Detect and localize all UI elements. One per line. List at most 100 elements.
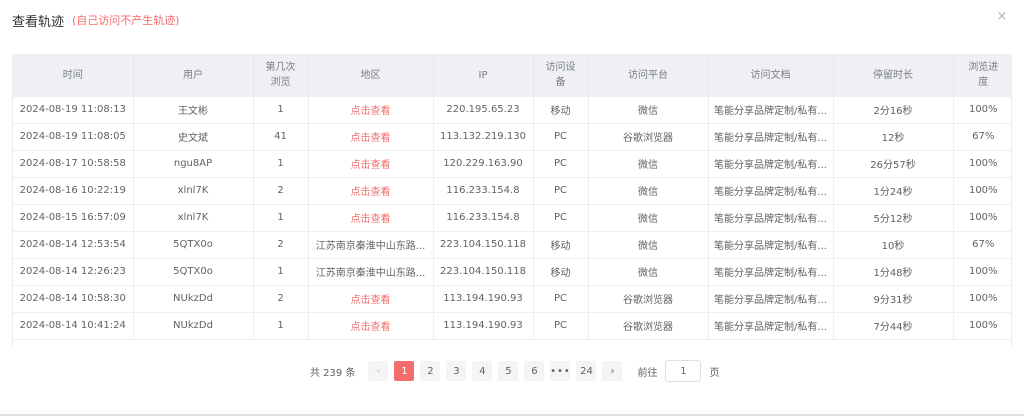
table-cell: xlnl7K (133, 177, 254, 205)
table-cell: 2024-08-14 12:53:54 (13, 231, 134, 259)
table-cell: 1 (253, 258, 309, 286)
more-pages-button[interactable]: ••• (550, 361, 571, 381)
table-cell: 微信 (588, 204, 709, 232)
view-region-link[interactable]: 点击查看 (308, 204, 434, 232)
table-cell: 笔能分享品牌定制/私有... (708, 123, 834, 151)
table-cell: 100% (953, 204, 1011, 232)
table-row: 2024-08-14 10:58:30 NUkzDd 2 点击查看 113.194.19… (13, 285, 1011, 313)
table-cell: 微信 (588, 231, 709, 259)
table-cell: 谷歌浏览器 (588, 285, 709, 313)
table-cell: 2024-08-14 12:26:23 (13, 258, 134, 286)
table-cell: 2 (253, 177, 309, 205)
table-row: 2024-08-19 11:08:05 史文斌 41 点击查看 113.132.219.… (13, 123, 1011, 151)
column-header: 第几次 浏览 (253, 55, 309, 97)
table-cell: 10秒 (833, 231, 954, 259)
column-header: 访问平台 (588, 55, 709, 97)
table-cell: 微信 (588, 258, 709, 286)
table-cell: 1分24秒 (833, 177, 954, 205)
table-cell: 移动 (533, 96, 589, 124)
table-cell: PC (533, 123, 589, 151)
view-region-link[interactable]: 点击查看 (308, 96, 434, 124)
table-cell: 2分16秒 (833, 96, 954, 124)
table-cell: 谷歌浏览器 (588, 123, 709, 151)
page-button[interactable]: 5 (498, 361, 519, 381)
table-cell: 2 (253, 285, 309, 313)
view-region-link[interactable]: 点击查看 (308, 285, 434, 313)
table-cell: 笔能分享品牌定制/私有... (708, 204, 834, 232)
table-row: 2024-08-14 12:53:54 5QTX0o 2 江苏南京秦淮中山东路... 2… (13, 231, 1011, 259)
dialog-header: 查看轨迹 (自己访问不产生轨迹) × (0, 0, 1024, 40)
table-cell: 5QTX0o (133, 258, 254, 286)
table-cell: 2024-08-14 10:58:30 (13, 285, 134, 313)
table-cell: 2024-08-17 10:58:58 (13, 150, 134, 178)
table-cell: 2024-08-16 10:22:19 (13, 177, 134, 205)
table-row: 2024-08-17 10:58:58 ngu8AP 1 点击查看 120.229.16… (13, 150, 1011, 178)
table-cell: PC (533, 285, 589, 313)
table-cell: 微信 (588, 150, 709, 178)
table-cell: 120.229.163.90 (433, 150, 534, 178)
table-cell: 1 (253, 96, 309, 124)
table-cell: 113.194.190.93 (433, 285, 534, 313)
page-button[interactable]: 1 (394, 361, 415, 381)
page-list: 1 2 3 4 5 6 ••• 24 (391, 361, 599, 381)
column-header: 访问设 备 (533, 55, 589, 97)
table-cell: 笔能分享品牌定制/私有... (708, 96, 834, 124)
table-cell: 12秒 (833, 123, 954, 151)
view-region-link[interactable]: 点击查看 (308, 150, 434, 178)
table-cell: PC (533, 150, 589, 178)
table-cell: 笔能分享品牌定制/私有... (708, 258, 834, 286)
table-row: 2024-08-19 11:08:13 王文彬 1 点击查看 220.195.65.23… (13, 96, 1011, 124)
table-cell: 笔能分享品牌定制/私有... (708, 231, 834, 259)
table-cell: PC (533, 204, 589, 232)
goto-page-input[interactable] (665, 360, 702, 382)
table-cell: 223.104.150.118 (433, 258, 534, 286)
table-cell: 113.132.219.130 (433, 123, 534, 151)
table-row: 2024-08-15 16:57:09 xlnl7K 1 点击查看 116.233.15… (13, 204, 1011, 232)
page-button[interactable]: 6 (524, 361, 545, 381)
column-header: 访问文档 (708, 55, 834, 97)
table-cell: 116.233.154.8 (433, 177, 534, 205)
column-header: 浏览进 度 (953, 55, 1011, 97)
table-cell: 100% (953, 312, 1011, 340)
table-cell: 1 (253, 150, 309, 178)
view-region-link[interactable]: 点击查看 (308, 312, 434, 340)
table-cell: 223.104.150.118 (433, 231, 534, 259)
table-cell: 史文斌 (133, 123, 254, 151)
table-cell: 微信 (588, 177, 709, 205)
table-cell: 笔能分享品牌定制/私有... (708, 285, 834, 313)
view-region-link[interactable]: 点击查看 (308, 123, 434, 151)
table-row: 2024-08-14 10:41:24 NUkzDd 1 点击查看 113.194.19… (13, 312, 1011, 340)
table-cell: 笔能分享品牌定制/私有... (708, 150, 834, 178)
table-cell: 113.194.190.93 (433, 312, 534, 340)
table-cell: 7分44秒 (833, 312, 954, 340)
close-icon[interactable]: × (994, 9, 1010, 25)
table-cell: 2024-08-15 16:57:09 (13, 204, 134, 232)
pagination: 共 239 条 ‹ 123456•••24 › 前往 页 (310, 360, 719, 382)
table-cell: 笔能分享品牌定制/私有... (708, 177, 834, 205)
page-button[interactable]: 2 (420, 361, 441, 381)
table-cell: 2024-08-19 11:08:13 (13, 96, 134, 124)
table-cell: 谷歌浏览器 (588, 312, 709, 340)
table-cell: 67% (953, 123, 1011, 151)
table-cell: NUkzDd (133, 285, 254, 313)
page-button[interactable]: 4 (472, 361, 493, 381)
table-cell: 26分57秒 (833, 150, 954, 178)
table-cell: 5分12秒 (833, 204, 954, 232)
table-cell: xlnl7K (133, 204, 254, 232)
table-cell: 100% (953, 285, 1011, 313)
track-table: 时间 用户 第几次 浏览 地区 IP 访问设 备访问平台 访问文档 停留时长 浏览进 度 202… (12, 54, 1012, 347)
prev-page-button[interactable]: ‹ (368, 361, 389, 381)
table-cell: 5QTX0o (133, 231, 254, 259)
page-button[interactable]: 3 (446, 361, 467, 381)
column-header: 时间 (13, 55, 134, 97)
column-header: 停留时长 (833, 55, 954, 97)
table-cell: 移动 (533, 258, 589, 286)
column-header: IP (433, 55, 534, 97)
next-page-button[interactable]: › (602, 361, 623, 381)
column-header: 地区 (308, 55, 434, 97)
table-cell: 100% (953, 258, 1011, 286)
page-button[interactable]: 24 (576, 361, 597, 381)
table-cell: 笔能分享品牌定制/私有... (708, 312, 834, 340)
view-region-link[interactable]: 点击查看 (308, 177, 434, 205)
table-cell: ngu8AP (133, 150, 254, 178)
